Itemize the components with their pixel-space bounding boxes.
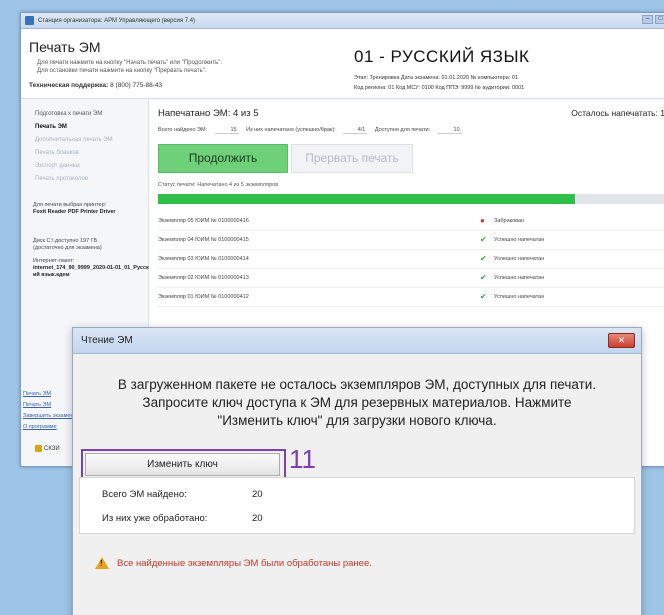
skzi-label: СКЗИ [44,445,60,452]
support-info: Техническая поддержка: 8 (800) 775-88-43 [29,82,162,89]
package-label: Интернет-пакет: [33,258,75,264]
total-found-label: Всего ЭМ найдено: [102,489,187,500]
copy-row: Экземпляр 04 ЮИМ № 0100000415 ✔ Успешно … [158,231,664,250]
processed-label: Из них уже обработано: [102,513,208,524]
copy-status: Успешно напечатан [494,275,545,281]
print-progress-bar [158,194,664,204]
support-label: Техническая поддержка: [29,82,109,89]
total-found-value: 20 [252,489,263,500]
hint-line-1: Для печати нажмите на кнопку "Начать печ… [37,60,223,66]
printed-value: 4 из 5 [233,108,259,119]
exam-meta: Этап: Тренировка Дата экзамена: 01.01.20… [354,73,524,93]
dialog-summary: Всего ЭМ найдено: 20 Из них уже обработа… [79,477,635,534]
dialog-message-line-2: Запросите ключ доступа к ЭМ для резервны… [142,395,572,410]
printer-note-label: Для печати выбран принтер: [33,202,107,208]
copy-status: Забракован [494,218,525,224]
copy-name: Экземпляр 02 ЮИМ № 0100000413 [158,275,249,281]
warning-icon [95,557,109,569]
window-title: Станция организатора: АРМ Управляющего (… [38,17,196,24]
available-label: Доступно для печати: [374,127,431,133]
found-label: Всего найдено ЭМ: [158,127,208,133]
sidebar-links: Печать ЭМ Печать ЭМ Завершить экзамен О … [21,389,74,433]
link-finish-exam[interactable]: Завершить экзамен [23,411,74,422]
printed-summary: Напечатано ЭМ: 4 из 5 [158,108,259,119]
checkmark-icon: ✔ [480,254,487,263]
hint-line-2: Для остановки печати нажмите на кнопку "… [37,68,207,74]
support-phone: 8 (800) 775-88-43 [110,82,163,89]
disk-note-sub: (достаточно для экзамена) [33,245,102,251]
exam-meta-line-1: Этап: Тренировка Дата экзамена: 01.01.20… [354,75,518,81]
found-value: 15 [214,127,239,134]
progress-fill [158,194,575,204]
link-print-2[interactable]: Печать ЭМ [23,400,74,411]
dialog-message-line-3: "Изменить ключ" для загрузки нового ключ… [217,413,497,428]
abort-print-button[interactable]: Прервать печать [291,144,413,173]
dialog-warning: Все найденные экземпляры ЭМ были обработ… [95,557,372,569]
dialog-titlebar: Чтение ЭМ ✕ [73,328,641,354]
copy-row: Экземпляр 03 ЮИМ № 0100000414 ✔ Успешно … [158,250,664,269]
copy-name: Экземпляр 03 ЮИМ № 0100000414 [158,256,249,262]
dialog-close-button[interactable]: ✕ [608,333,635,348]
dialog-message-line-1: В загруженном пакете не осталось экземпл… [117,377,597,392]
checkmark-icon: ✔ [480,273,487,282]
copy-name: Экземпляр 05 ЮИМ № 0100000416 [158,218,249,224]
maximize-button[interactable]: □ [655,15,664,24]
available-value: 10 [437,127,462,134]
copy-name: Экземпляр 01 ЮИМ № 0100000412 [158,294,249,300]
annotation-number: 11 [289,444,316,474]
copy-status: Успешно напечатан [494,256,545,262]
sidebar-item-print[interactable]: Печать ЭМ [21,121,148,134]
skzi-status: СКЗИ [35,445,60,452]
link-print[interactable]: Печать ЭМ [23,389,74,400]
lock-icon [35,445,42,452]
processed-value: 20 [252,513,263,524]
sidebar-item-prepare[interactable]: Подготовка к печати ЭМ [21,108,148,121]
copy-status: Успешно напечатан [494,294,545,300]
exam-meta-line-2: Код региона: 01 Код МСУ: 0100 Код ППЭ: 9… [354,85,525,91]
printer-name: Foxit Reader PDF Printer Driver [33,209,116,215]
dialog-message: В загруженном пакете не осталось экземпл… [73,376,641,430]
window-titlebar: Станция организатора: АРМ Управляющего (… [21,13,664,29]
app-icon [25,16,34,25]
print-hint: Для печати нажмите на кнопку "Начать печ… [37,59,287,75]
copy-name: Экземпляр 04 ЮИМ № 0100000415 [158,237,249,243]
printer-note: Для печати выбран принтер: Foxit Reader … [21,202,148,216]
link-about[interactable]: О программе [23,422,74,433]
sidebar-item-print-forms[interactable]: Печать бланков [21,147,148,160]
read-em-dialog: Чтение ЭМ ✕ В загруженном пакете не оста… [72,327,642,615]
sidebar-item-extra-print[interactable]: Дополнительная печать ЭМ [21,134,148,147]
package-note: Интернет-пакет: internet_174_90_9999_202… [21,258,149,279]
printed-ok-value: 4/1 [343,127,368,134]
app-header: Печать ЭМ Для печати нажмите на кнопку "… [21,29,664,99]
continue-button[interactable]: Продолжить [158,144,288,173]
sidebar-item-protocols[interactable]: Печать протоколов [21,173,148,186]
copies-list: Экземпляр 05 ЮИМ № 0100000416 ● Забраков… [158,212,664,307]
copy-row: Экземпляр 02 ЮИМ № 0100000413 ✔ Успешно … [158,269,664,288]
minimize-button[interactable]: – [642,15,653,24]
remaining-count: Осталось напечатать: 1 [571,108,664,118]
exam-subject: 01 - РУССКИЙ ЯЗЫК [354,47,530,66]
printed-label: Напечатано ЭМ: [158,108,231,119]
sidebar-item-export[interactable]: Экспорт данных [21,160,148,173]
disk-note: Диск C:\ доступно 197 ГБ (достаточно для… [21,238,148,252]
checkmark-icon: ✔ [480,292,487,301]
package-name: internet_174_90_9999_2020-01-01_01_Русск… [33,265,149,278]
disk-note-label: Диск C:\ доступно 197 ГБ [33,238,98,244]
printed-ok-label: Из них напечатано (успешно/брак): [246,127,336,133]
copy-row: Экземпляр 01 ЮИМ № 0100000412 ✔ Успешно … [158,288,664,307]
page-title: Печать ЭМ [29,39,101,55]
copy-row: Экземпляр 05 ЮИМ № 0100000416 ● Забраков… [158,212,664,231]
summary-row-total: Всего ЭМ найдено: 20 [102,489,263,500]
stats-row: Всего найдено ЭМ: 15 Из них напечатано (… [158,127,468,134]
copy-status: Успешно напечатан [494,237,545,243]
summary-row-processed: Из них уже обработано: 20 [102,513,263,524]
warning-text: Все найденные экземпляры ЭМ были обработ… [117,557,372,569]
error-icon: ● [480,216,485,225]
print-status: Статус печати: Напечатано 4 из 5 экземпл… [158,182,279,188]
checkmark-icon: ✔ [480,235,487,244]
dialog-title: Чтение ЭМ [81,335,133,346]
